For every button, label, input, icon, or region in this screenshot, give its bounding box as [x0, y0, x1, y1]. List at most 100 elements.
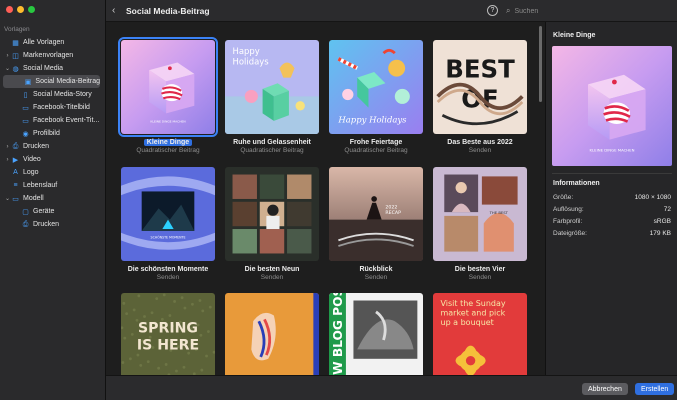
- template-thumbnail[interactable]: THE BEST: [433, 167, 527, 261]
- template-tile[interactable]: Happy Holidays Frohe Feiertage Quadratisc…: [329, 40, 423, 154]
- sidebar-item-label: Facebook-Titelbild: [33, 104, 90, 111]
- info-value: sRGB: [653, 218, 671, 225]
- search-field[interactable]: ⌕: [506, 4, 666, 18]
- info-label: Farbprofil:: [553, 218, 583, 225]
- template-chooser-window: Vorlagen ▦ Alle Vorlagen › ◫ Markenvorlagen ⌄…: [0, 0, 677, 400]
- sidebar-item-label: Social Media-Beitrag: [35, 78, 100, 85]
- template-type: Quadratischer Beitrag: [344, 147, 408, 154]
- sidebar-item[interactable]: ⌄ ◍ Social Media: [0, 62, 106, 75]
- template-tile[interactable]: Die besten Neun Senden: [225, 167, 319, 281]
- sidebar-item[interactable]: ▢ Geräte: [0, 205, 106, 218]
- story-icon: ▯: [23, 91, 28, 99]
- template-tile[interactable]: BEST OF Das Beste aus 2022 Senden: [433, 40, 527, 154]
- template-thumbnail[interactable]: Happy Holidays: [329, 40, 423, 134]
- template-thumbnail[interactable]: SPRING IS HERE: [121, 293, 215, 375]
- template-tile[interactable]: SPRING IS HERE: [121, 293, 215, 375]
- create-button[interactable]: Erstellen: [635, 383, 675, 395]
- template-tile[interactable]: Happy Holidays Ruhe und Gelassenheit Quad…: [225, 40, 319, 154]
- template-thumbnail[interactable]: [225, 167, 319, 261]
- sidebar-item[interactable]: ▦ Alle Vorlagen: [0, 36, 106, 49]
- minimize-window-button[interactable]: [17, 6, 24, 13]
- post-icon: ▣: [24, 78, 32, 86]
- template-name: Die besten Vier: [433, 266, 527, 273]
- template-tile[interactable]: EW BLOG POST: [329, 293, 423, 375]
- search-input[interactable]: [514, 7, 645, 15]
- chevron-right-icon[interactable]: ›: [4, 157, 11, 163]
- template-thumbnail[interactable]: Happy Holidays: [225, 40, 319, 134]
- svg-text:up a bouquet: up a bouquet: [441, 318, 494, 327]
- template-type: Senden: [468, 147, 492, 154]
- sidebar: Vorlagen ▦ Alle Vorlagen › ◫ Markenvorlagen ⌄…: [0, 0, 106, 400]
- grid-scrollbar[interactable]: [539, 26, 542, 102]
- info-value: 179 KB: [649, 230, 671, 237]
- print-icon: ⎙: [22, 220, 29, 228]
- sidebar-list: ▦ Alle Vorlagen › ◫ Markenvorlagen ⌄ ◍ Social M…: [0, 36, 106, 231]
- template-name-text: Die schönsten Momente: [127, 266, 209, 273]
- template-thumbnail[interactable]: Visit the Sunday market and pick up a bo…: [433, 293, 527, 375]
- zoom-window-button[interactable]: [28, 6, 35, 13]
- template-tile[interactable]: Visit the Sunday market and pick up a bo…: [433, 293, 527, 375]
- chevron-right-icon[interactable]: ›: [4, 144, 11, 150]
- back-chevron-icon[interactable]: ‹: [112, 5, 122, 16]
- sidebar-item[interactable]: ▣ Social Media-Beitrag: [3, 75, 100, 88]
- sidebar-item[interactable]: › ◫ Markenvorlagen: [0, 49, 106, 62]
- template-name-text: Kleine Dinge: [143, 139, 193, 146]
- grid-icon: ▦: [12, 39, 19, 47]
- sidebar-item[interactable]: ⌄ ▭ Modell: [0, 192, 106, 205]
- template-name: Ruhe und Gelassenheit: [225, 139, 319, 146]
- logo-icon: A: [13, 169, 18, 176]
- template-thumbnail[interactable]: KLEINE DINGE MACHEN: [118, 37, 218, 137]
- template-type: Senden: [260, 274, 284, 281]
- svg-text:Happy Holidays: Happy Holidays: [337, 115, 407, 125]
- template-tile[interactable]: 2022 RECAP Rückblick Senden: [329, 167, 423, 281]
- sidebar-item-label: Drucken: [33, 221, 60, 228]
- chevron-right-icon[interactable]: ›: [4, 53, 11, 59]
- sidebar-item-label: Profilbild: [33, 130, 60, 137]
- sidebar-item-label: Social Media: [23, 65, 64, 72]
- sidebar-item[interactable]: ▭ Facebook Event-Tit...: [0, 114, 106, 127]
- sidebar-item[interactable]: ⎙ Drucken: [0, 218, 106, 231]
- sidebar-item[interactable]: ▭ Facebook-Titelbild: [0, 101, 106, 114]
- document-icon: ≡: [13, 182, 18, 189]
- sidebar-item[interactable]: ≡ Lebenslauf: [0, 179, 106, 192]
- sidebar-item[interactable]: › ⎙ Drucken: [0, 140, 106, 153]
- svg-text:RECAP: RECAP: [385, 210, 401, 216]
- sidebar-item[interactable]: ◉ Profilbild: [0, 127, 106, 140]
- sidebar-item-label: Alle Vorlagen: [23, 39, 65, 46]
- template-thumbnail[interactable]: SCHÖNSTE MOMENTE: [121, 167, 215, 261]
- chevron-down-icon[interactable]: ⌄: [4, 195, 11, 202]
- template-tile[interactable]: KLEINE DINGE MACHEN Kleine Dinge Quadrati…: [118, 37, 218, 154]
- template-name: Rückblick: [329, 266, 423, 273]
- video-icon: ▶: [12, 156, 19, 164]
- template-tile[interactable]: THE BEST Die besten Vier Senden: [433, 167, 527, 281]
- template-name: Das Beste aus 2022: [433, 139, 527, 146]
- mockup-icon: ▭: [12, 195, 19, 203]
- template-thumbnail[interactable]: EW BLOG POST: [329, 293, 423, 375]
- chevron-down-icon[interactable]: ⌄: [4, 65, 11, 72]
- svg-text:Visit the Sunday: Visit the Sunday: [441, 299, 506, 308]
- svg-text:KLEINE DINGE MACHEN: KLEINE DINGE MACHEN: [150, 120, 185, 124]
- info-label: Dateigröße:: [553, 230, 587, 237]
- help-button[interactable]: ?: [487, 5, 498, 16]
- sidebar-item[interactable]: ▯ Social Media-Story: [0, 88, 106, 101]
- sidebar-item[interactable]: A Logo: [0, 166, 106, 179]
- sidebar-item[interactable]: › ▶ Video: [0, 153, 106, 166]
- template-thumbnail[interactable]: 2022 RECAP: [329, 167, 423, 261]
- close-window-button[interactable]: [6, 6, 13, 13]
- template-name-text: Ruhe und Gelassenheit: [233, 139, 311, 146]
- sidebar-item-label: Markenvorlagen: [23, 52, 74, 59]
- template-grid: KLEINE DINGE MACHEN Kleine Dinge Quadrati…: [106, 22, 540, 375]
- template-name-text: Frohe Feiertage: [349, 139, 403, 146]
- sidebar-item-label: Lebenslauf: [23, 182, 58, 189]
- inspector-title: Kleine Dinge: [553, 32, 596, 39]
- svg-text:Happy: Happy: [233, 46, 260, 56]
- cancel-button[interactable]: Abbrechen: [582, 383, 628, 395]
- template-tile[interactable]: SCHÖNSTE MOMENTE Die schönsten Momente Se…: [121, 167, 215, 281]
- template-thumbnail[interactable]: DESIGN FAIR: [225, 293, 319, 375]
- template-tile[interactable]: DESIGN FAIR: [225, 293, 319, 375]
- template-type: Quadratischer Beitrag: [136, 147, 200, 154]
- profile-icon: ◉: [22, 130, 29, 138]
- template-thumbnail[interactable]: BEST OF: [433, 40, 527, 134]
- print-icon: ⎙: [12, 142, 19, 150]
- template-name: Die schönsten Momente: [121, 266, 215, 273]
